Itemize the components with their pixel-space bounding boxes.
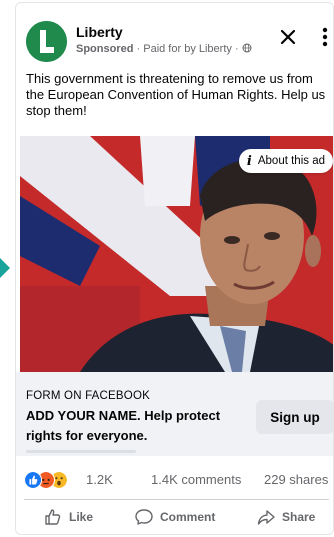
- page-avatar[interactable]: [26, 21, 67, 62]
- comment-button[interactable]: Comment: [134, 507, 215, 527]
- post-actions-bar: Like Comment Share: [16, 503, 333, 534]
- sponsored-label: Sponsored: [76, 43, 134, 55]
- actions-divider: [24, 499, 329, 500]
- comments-count[interactable]: 1.4K comments: [151, 472, 241, 487]
- ad-image[interactable]: i About this ad: [20, 136, 333, 372]
- reaction-icons[interactable]: [24, 471, 68, 489]
- share-icon: [257, 510, 275, 525]
- call-to-action-section: FORM ON FACEBOOK ADD YOUR NAME. Help pro…: [16, 372, 333, 456]
- post-text: This government is threatening to remove…: [26, 71, 326, 118]
- like-reaction-icon: [24, 471, 42, 489]
- liberty-logo-icon: [26, 21, 67, 62]
- page-name[interactable]: Liberty: [76, 24, 123, 40]
- share-button[interactable]: Share: [256, 507, 315, 527]
- ad-headline: ADD YOUR NAME. Help protect rights for e…: [26, 408, 221, 443]
- post-header: Liberty Sponsored · Paid for by Liberty …: [16, 3, 333, 67]
- sign-up-button[interactable]: Sign up: [256, 400, 333, 434]
- about-this-ad-label: About this ad: [257, 155, 325, 167]
- about-this-ad-button[interactable]: i About this ad: [238, 149, 333, 173]
- like-button[interactable]: Like: [43, 507, 93, 527]
- close-icon[interactable]: [278, 27, 298, 47]
- shares-count[interactable]: 229 shares: [264, 472, 328, 487]
- info-icon: i: [246, 153, 252, 169]
- carousel-arrow-icon: [0, 258, 10, 278]
- faded-description: [26, 450, 136, 453]
- form-label: FORM ON FACEBOOK: [26, 390, 150, 402]
- sponsored-post-card: Liberty Sponsored · Paid for by Liberty …: [15, 2, 334, 535]
- reaction-count[interactable]: 1.2K: [86, 472, 113, 487]
- comment-label: Comment: [160, 510, 216, 524]
- paid-by-label: · Paid for by Liberty ·: [136, 43, 239, 55]
- like-label: Like: [69, 510, 94, 524]
- share-label: Share: [282, 510, 316, 524]
- globe-icon: [242, 43, 252, 53]
- comment-icon: [135, 509, 153, 525]
- more-options-icon[interactable]: [316, 25, 334, 49]
- sponsored-line: Sponsored · Paid for by Liberty ·: [76, 43, 252, 55]
- thumbs-up-icon: [45, 509, 61, 525]
- engagement-counts: 1.2K 1.4K comments 229 shares: [16, 468, 333, 492]
